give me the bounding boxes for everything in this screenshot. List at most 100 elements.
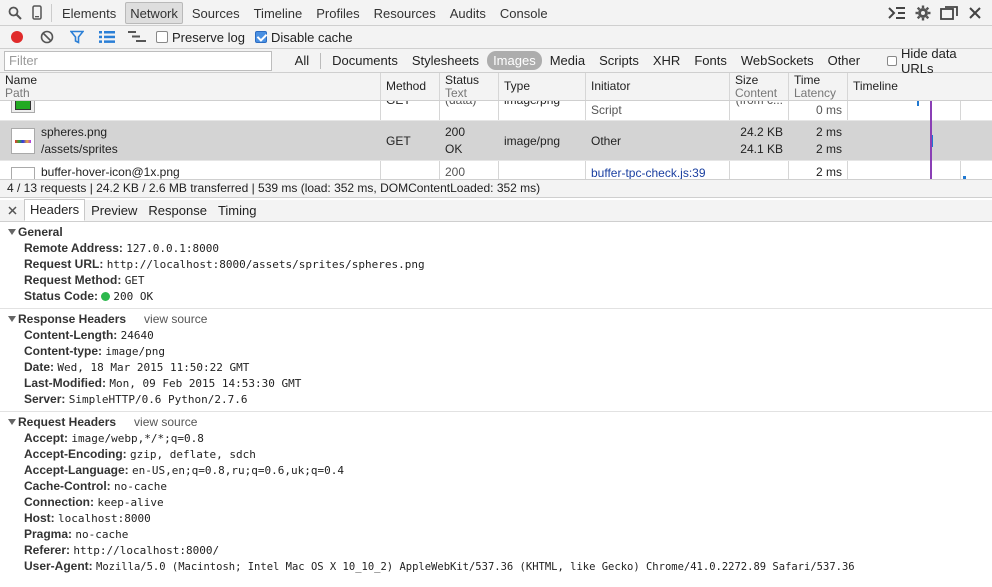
tab-headers[interactable]: Headers: [24, 199, 86, 221]
header-key: Referer:: [24, 543, 71, 557]
table-row-selected[interactable]: spheres.png /assets/sprites GET 200 OK i…: [0, 121, 992, 161]
preserve-log-box[interactable]: [156, 31, 168, 43]
row-status-text: OK: [445, 142, 463, 156]
disable-cache-checkbox[interactable]: Disable cache: [254, 29, 353, 45]
header-key: Accept:: [24, 431, 69, 445]
tab-profiles[interactable]: Profiles: [311, 2, 364, 24]
image-thumbnail: [11, 167, 35, 179]
tab-elements[interactable]: Elements: [57, 2, 121, 24]
filter-type-all[interactable]: All: [289, 51, 315, 70]
request-header-row: Connection: keep-alive: [0, 494, 992, 510]
row-name: buffer-hover-icon@1x.png: [41, 165, 180, 179]
column-header-status[interactable]: Status Text: [440, 73, 499, 100]
filter-type-scripts[interactable]: Scripts: [593, 51, 645, 70]
header-key: Date:: [24, 360, 55, 374]
hide-data-urls-label: Hide data URLs: [901, 45, 957, 76]
toolbar-separator: [51, 3, 52, 22]
filter-type-documents[interactable]: Documents: [326, 51, 404, 70]
hide-data-urls-box[interactable]: [887, 55, 898, 66]
filter-type-xhr[interactable]: XHR: [647, 51, 686, 70]
response-header-row: Content-Length: 24640: [0, 327, 992, 343]
filter-icon[interactable]: [66, 27, 88, 47]
close-detail-icon[interactable]: [0, 199, 24, 221]
header-value: 24640: [120, 329, 154, 342]
header-value: keep-alive: [97, 496, 164, 509]
tab-resources[interactable]: Resources: [369, 2, 441, 24]
search-icon[interactable]: [4, 2, 26, 24]
view-source-link[interactable]: view source: [134, 415, 197, 429]
request-header-row: Accept-Encoding: gzip, deflate, sdch: [0, 446, 992, 462]
request-header-row: User-Agent: Mozilla/5.0 (Macintosh; Inte…: [0, 558, 992, 574]
filter-type-stylesheets[interactable]: Stylesheets: [406, 51, 485, 70]
header-key: Remote Address:: [24, 241, 123, 255]
column-header-initiator[interactable]: Initiator: [586, 73, 730, 100]
row-type: image/png: [504, 101, 560, 109]
general-section: General Remote Address: 127.0.0.1:8000 R…: [0, 222, 992, 309]
column-header-name[interactable]: Name Path: [0, 73, 381, 100]
general-section-toggle[interactable]: General: [0, 222, 992, 240]
response-headers-section: Response Headers view source Content-Leng…: [0, 309, 992, 412]
header-remote-address: Remote Address: 127.0.0.1:8000: [0, 240, 992, 256]
tab-response[interactable]: Response: [143, 201, 212, 221]
tab-console[interactable]: Console: [495, 2, 553, 24]
row-method: GET: [386, 134, 411, 148]
tab-sources[interactable]: Sources: [187, 2, 245, 24]
header-request-url: Request URL: http://localhost:8000/asset…: [0, 256, 992, 272]
row-initiator: Other: [591, 134, 622, 148]
preserve-log-checkbox[interactable]: Preserve log: [156, 30, 245, 45]
tab-timeline[interactable]: Timeline: [249, 2, 308, 24]
header-key: Content-Length:: [24, 328, 118, 342]
tab-preview[interactable]: Preview: [86, 201, 142, 221]
close-icon[interactable]: [964, 2, 986, 24]
response-header-row: Last-Modified: Mon, 09 Feb 2015 14:53:30…: [0, 375, 992, 391]
column-header-type[interactable]: Type: [499, 73, 586, 100]
console-drawer-icon[interactable]: [886, 2, 908, 24]
disable-cache-label: Disable cache: [270, 29, 353, 45]
header-value: en-US,en;q=0.8,ru;q=0.6,uk;q=0.4: [132, 464, 344, 477]
tab-timing[interactable]: Timing: [213, 201, 262, 221]
column-header-time[interactable]: Time Latency: [789, 73, 848, 100]
view-source-link[interactable]: view source: [144, 312, 207, 326]
request-headers-section: Request Headers view source Accept: image…: [0, 412, 992, 578]
request-headers-toggle[interactable]: Request Headers view source: [0, 412, 992, 430]
network-requests-table: Name Path Method Status Text Type Initia…: [0, 73, 992, 179]
header-method-label: Method: [386, 79, 427, 93]
filter-type-fonts[interactable]: Fonts: [688, 51, 733, 70]
header-key: Connection:: [24, 495, 94, 509]
row-latency: 0 ms: [815, 103, 842, 117]
header-key: Request URL:: [24, 257, 104, 271]
record-icon[interactable]: [6, 27, 28, 47]
tab-audits[interactable]: Audits: [445, 2, 491, 24]
column-header-method[interactable]: Method: [381, 73, 440, 100]
filter-type-images[interactable]: Images: [487, 51, 542, 70]
filter-type-media[interactable]: Media: [544, 51, 591, 70]
row-status: 200: [445, 125, 466, 139]
row-initiator-link[interactable]: buffer-tpc-check.js:39: [591, 165, 706, 179]
mobile-device-icon[interactable]: [26, 2, 48, 24]
list-view-icon[interactable]: [96, 27, 118, 47]
disable-cache-box[interactable]: [254, 31, 267, 43]
timeline-bar: [917, 101, 919, 106]
dock-side-icon[interactable]: [938, 2, 960, 24]
tab-network[interactable]: Network: [125, 1, 183, 24]
column-header-timeline[interactable]: Timeline: [848, 73, 992, 100]
clear-icon[interactable]: [36, 27, 58, 47]
filter-input[interactable]: [4, 50, 272, 71]
table-row[interactable]: buffer-hover-icon@1x.png 200 buffer-tpc-…: [0, 161, 992, 179]
hide-data-urls-checkbox[interactable]: Hide data URLs: [887, 46, 992, 76]
header-content-label: Content: [735, 86, 778, 100]
response-headers-toggle[interactable]: Response Headers view source: [0, 309, 992, 327]
header-request-method: Request Method: GET: [0, 272, 992, 288]
header-key: Status Code:: [24, 289, 99, 303]
gear-icon[interactable]: [912, 2, 934, 24]
filter-type-websockets[interactable]: WebSockets: [735, 51, 820, 70]
filter-type-other[interactable]: Other: [822, 51, 867, 70]
header-value: 127.0.0.1:8000: [126, 242, 219, 255]
expand-triangle-icon: [8, 229, 16, 235]
table-row[interactable]: GET (data) image/png Script (from c... 0…: [0, 101, 992, 121]
overview-icon[interactable]: [126, 27, 148, 47]
column-header-size[interactable]: Size Content: [730, 73, 789, 100]
row-status-text: (data): [445, 101, 476, 109]
request-header-row: Host: localhost:8000: [0, 510, 992, 526]
header-value: gzip, deflate, sdch: [130, 448, 256, 461]
